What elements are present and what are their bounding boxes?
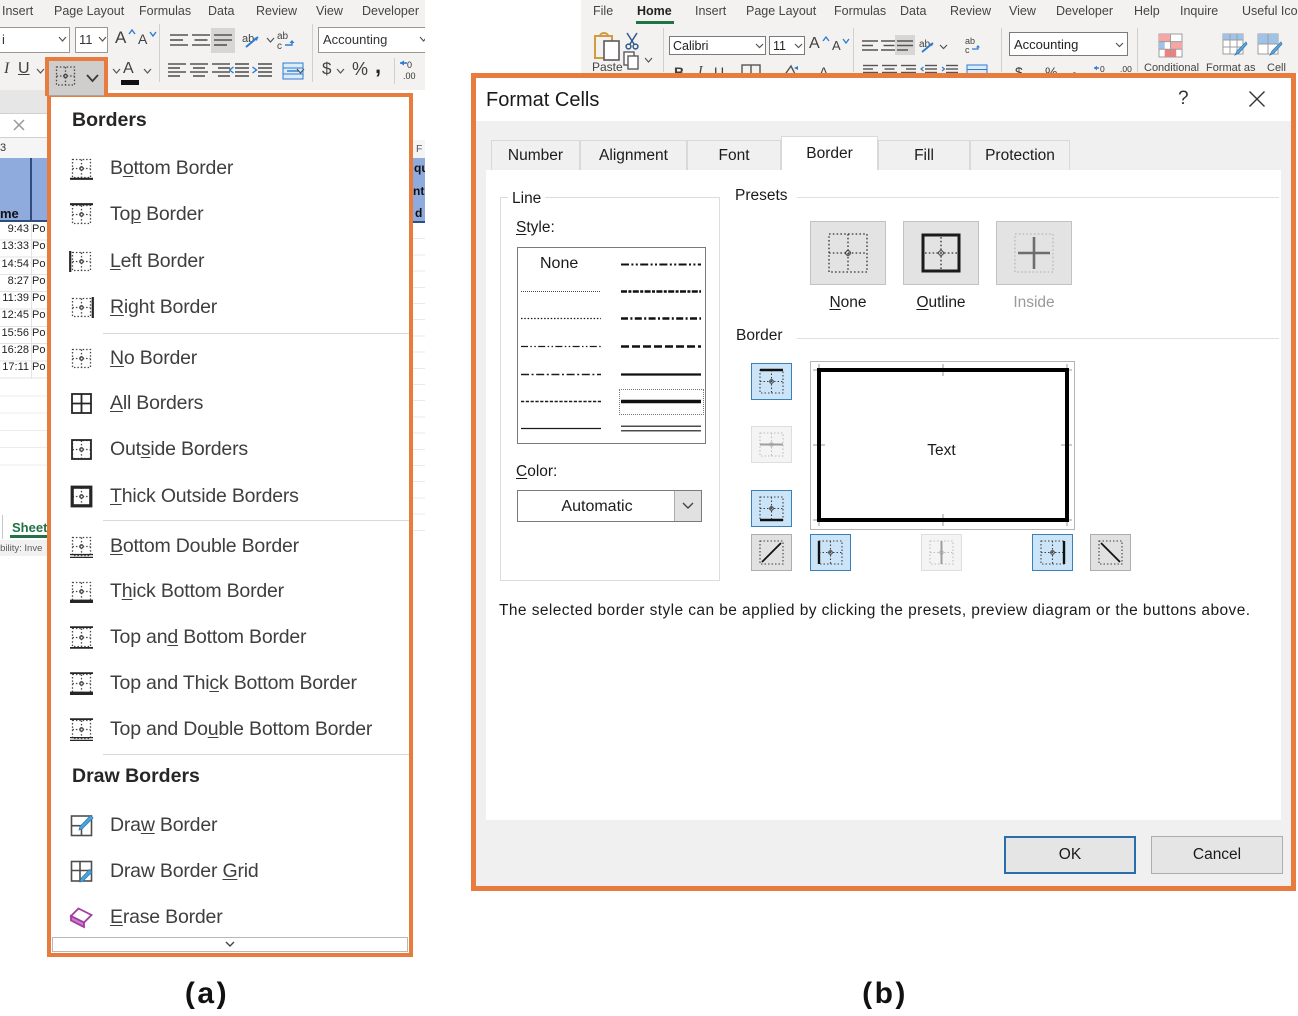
svg-text:.00: .00 <box>1120 64 1132 73</box>
svg-text:0: 0 <box>1100 64 1105 73</box>
svg-text:0: 0 <box>407 60 412 70</box>
svg-text:c: c <box>277 41 282 50</box>
svg-text:ab: ab <box>919 39 931 50</box>
svg-text:ab: ab <box>242 33 254 45</box>
svg-text:.00: .00 <box>403 71 416 81</box>
svg-text:c: c <box>965 45 970 54</box>
